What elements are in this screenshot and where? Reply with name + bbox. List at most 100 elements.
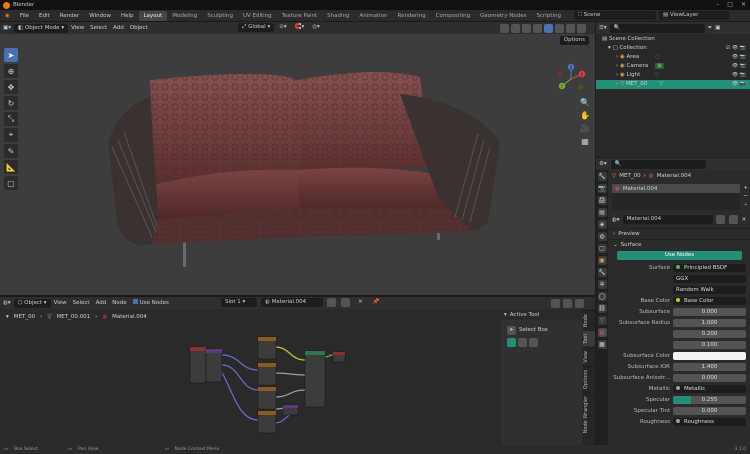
data-tab-icon[interactable]: ▽ xyxy=(597,316,607,325)
minimize-icon[interactable]: – xyxy=(716,1,719,8)
proportional-edit-icon[interactable]: ◎▾ xyxy=(309,23,323,32)
node-mapping[interactable] xyxy=(205,348,223,383)
editor-type-icon[interactable]: ▣▾ xyxy=(0,24,14,33)
use-nodes-button[interactable]: Use Nodes xyxy=(617,251,742,260)
constraints-tab-icon[interactable]: ⛓ xyxy=(597,304,607,313)
breadcrumb-mesh[interactable]: MET_00.001 xyxy=(57,314,91,320)
expand-icon[interactable]: › xyxy=(616,72,618,78)
shading-solid-icon[interactable] xyxy=(555,23,564,33)
shading-rendered-icon[interactable] xyxy=(577,23,586,33)
socket-icon[interactable] xyxy=(676,418,680,423)
use-nodes-toggle[interactable]: Use Nodes xyxy=(130,298,172,308)
property-value-field[interactable]: 1.000 xyxy=(673,318,746,327)
world-tab-icon[interactable]: ◍ xyxy=(597,232,607,241)
node-image-texture-4[interactable] xyxy=(257,410,277,434)
property-value-field[interactable]: 0.255 xyxy=(673,395,746,404)
surface-panel-header[interactable]: ⌄ Surface xyxy=(609,239,750,250)
shading-material-icon[interactable] xyxy=(566,23,575,33)
viewport-menu-object[interactable]: Object xyxy=(127,24,151,33)
select-mode-new-icon[interactable] xyxy=(507,338,516,347)
mode-selector[interactable]: ◧ Object Mode ▾ xyxy=(13,23,69,33)
overlay-node-icon[interactable] xyxy=(563,298,572,308)
property-value-field[interactable]: 0.000 xyxy=(673,307,746,316)
outliner-scene-collection[interactable]: ▤ Scene Collection xyxy=(596,35,750,44)
render-tab-icon[interactable]: 📷 xyxy=(597,184,607,193)
expand-icon[interactable]: ▾ xyxy=(608,45,611,51)
viewport-menu-add[interactable]: Add xyxy=(110,24,127,33)
preview-panel-header[interactable]: › Preview xyxy=(609,228,750,239)
tab-geometry-nodes[interactable]: Geometry Nodes xyxy=(475,11,531,21)
node-texcoord[interactable] xyxy=(189,346,207,384)
tab-rendering[interactable]: Rendering xyxy=(393,11,431,21)
material-duplicate-icon[interactable] xyxy=(728,215,738,224)
scale-tool-icon[interactable]: ⤡ xyxy=(4,112,18,126)
tab-tool[interactable]: Tool xyxy=(583,330,595,347)
breadcrumb-object[interactable]: MET_00 xyxy=(14,314,35,320)
property-value-field[interactable]: Roughness xyxy=(673,417,746,426)
navigation-gizmo[interactable]: X Y Z xyxy=(554,62,588,96)
menu-render[interactable]: Render xyxy=(55,13,85,19)
grid-view-icon[interactable]: ▦ xyxy=(580,137,590,147)
material-unlink-icon[interactable]: ✕ xyxy=(742,217,747,223)
3d-viewport[interactable]: ▣▾ ◧ Object Mode ▾ View Select Add Objec… xyxy=(0,22,595,295)
snap-node-icon[interactable] xyxy=(551,298,560,308)
node-menu-select[interactable]: Select xyxy=(70,299,93,308)
slot-menu-icon[interactable]: ⌄ xyxy=(743,201,748,207)
property-value-field[interactable]: Metallic xyxy=(673,384,746,393)
shading-wireframe-icon[interactable] xyxy=(544,23,553,33)
menu-edit[interactable]: Edit xyxy=(34,13,55,19)
socket-icon[interactable] xyxy=(676,385,680,390)
physics-tab-icon[interactable]: ◯ xyxy=(597,292,607,301)
measure-tool-icon[interactable]: 📐 xyxy=(4,160,18,174)
maximize-icon[interactable]: □ xyxy=(727,1,733,8)
xray-toggle-icon[interactable] xyxy=(533,23,542,33)
pin-icon[interactable]: 📌 xyxy=(370,298,383,307)
tool-tab-icon[interactable]: 🔧 xyxy=(597,172,607,181)
new-collection-icon[interactable]: ▣ xyxy=(715,25,720,31)
duplicate-material-icon[interactable] xyxy=(341,298,350,307)
pan-hand-icon[interactable]: ✋ xyxy=(580,111,590,121)
node-mode-selector[interactable]: ⬡ Object ▾ xyxy=(13,298,51,308)
collection-tab-icon[interactable]: ▢ xyxy=(597,244,607,253)
node-material-output[interactable] xyxy=(332,351,346,363)
outliner-item-met-00[interactable]: › ▽ MET_00 ▽ 👁 📷 xyxy=(596,80,750,89)
pivot-icon[interactable]: ⊙▾ xyxy=(276,23,289,32)
met-00-visibility-icons[interactable]: 👁 📷 xyxy=(732,80,746,89)
close-icon[interactable]: ✕ xyxy=(741,1,746,8)
menu-help[interactable]: Help xyxy=(116,13,139,19)
property-value-field[interactable]: Principled BSDF xyxy=(673,263,746,272)
scene-tab-icon[interactable]: ◈ xyxy=(597,220,607,229)
tab-options[interactable]: Options xyxy=(583,365,595,392)
blender-menu-icon[interactable]: ◉ xyxy=(0,13,15,19)
properties-search-input[interactable]: 🔍 xyxy=(610,159,706,169)
view-layer-tab-icon[interactable]: ▤ xyxy=(597,208,607,217)
breadcrumb-material[interactable]: Material.004 xyxy=(112,314,147,320)
outliner-item-area[interactable]: › ◉ Area ◌ 👁 📷 xyxy=(596,53,750,62)
add-cube-tool-icon[interactable]: ▢ xyxy=(4,176,18,190)
tab-texture-paint[interactable]: Texture Paint xyxy=(277,11,323,21)
outliner-item-collection[interactable]: ▾ ▢ Collection ☑ 👁 📷 xyxy=(596,44,750,53)
material-slot-item[interactable]: ◍ Material.004 xyxy=(612,184,740,193)
outliner[interactable]: ☰▾ 🔍 ⏷ ▣ ▤ Scene Collection ▾ ▢ Collecti… xyxy=(596,22,750,157)
overlay-toggle-icon[interactable] xyxy=(522,23,531,33)
tab-animation[interactable]: Animation xyxy=(354,11,392,21)
tab-sculpting[interactable]: Sculpting xyxy=(202,11,238,21)
browse-material-icon[interactable]: ◍▾ xyxy=(612,217,620,223)
material-fake-user-icon[interactable] xyxy=(715,215,725,224)
filter-icon[interactable]: ⏷ xyxy=(708,25,712,32)
outliner-item-camera[interactable]: › ◉ Camera ▣ 👁 📷 xyxy=(596,62,750,71)
node-menu-node[interactable]: Node xyxy=(109,299,129,308)
outliner-item-light[interactable]: › ◉ Light ◌ 👁 📷 xyxy=(596,71,750,80)
expand-icon[interactable]: › xyxy=(616,54,618,60)
snap-icon[interactable]: 🧲▾ xyxy=(292,23,308,32)
modifier-tab-icon[interactable]: 🔧 xyxy=(597,268,607,277)
tab-shading[interactable]: Shading xyxy=(322,11,354,21)
property-value-field[interactable]: 0.100 xyxy=(673,340,746,349)
property-value-field[interactable]: 1.400 xyxy=(673,362,746,371)
select-box-icon[interactable]: ➤ xyxy=(507,325,516,335)
tab-compositing[interactable]: Compositing xyxy=(431,11,475,21)
camera-visibility-icons[interactable]: 👁 📷 xyxy=(732,62,746,71)
select-mode-subtract-icon[interactable] xyxy=(529,338,538,347)
socket-icon[interactable] xyxy=(676,264,680,269)
particles-tab-icon[interactable]: ✲ xyxy=(597,280,607,289)
